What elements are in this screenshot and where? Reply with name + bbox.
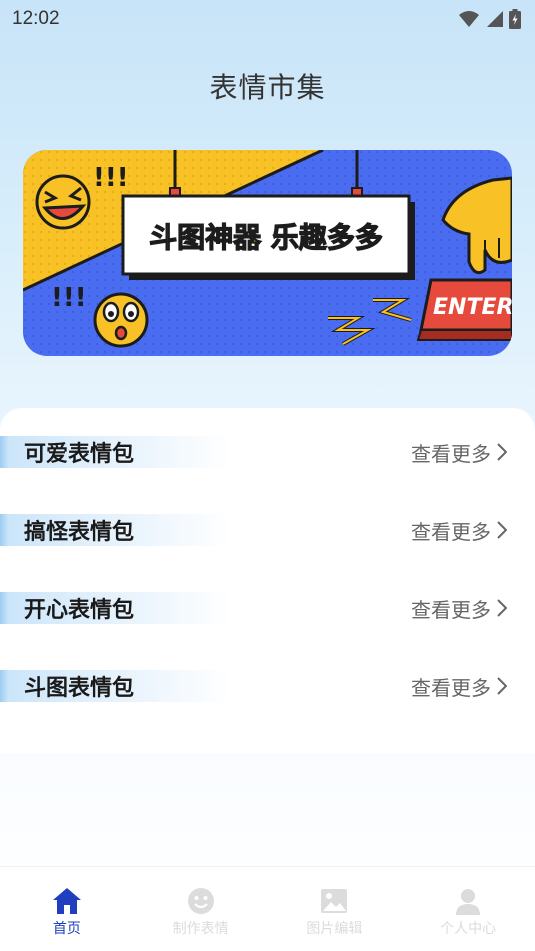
view-more-button[interactable]: 查看更多 (411, 438, 535, 467)
view-more-label: 查看更多 (411, 519, 491, 544)
chevron-right-icon (497, 521, 507, 539)
chevron-right-icon (497, 443, 507, 461)
section-title: 开心表情包 (0, 592, 230, 624)
category-list: 可爱表情包 查看更多 搞怪表情包 查看更多 开心表情包 查看更多 斗图表情包 查… (0, 408, 535, 753)
surprised-emoji-icon (93, 292, 149, 348)
nav-label: 图片编辑 (306, 921, 363, 937)
app-screen: 12:02 表情市集 !!! !!! 斗图神器 乐趣多多 ENTER 可爱表情包… (0, 0, 535, 951)
home-icon (52, 888, 81, 914)
page-title: 表情市集 (209, 71, 326, 104)
chevron-right-icon (497, 677, 507, 695)
enter-key-label: ENTER (433, 295, 512, 320)
section-row-battle: 斗图表情包 查看更多 (0, 666, 535, 706)
section-title: 斗图表情包 (0, 670, 230, 702)
section-row-cute: 可爱表情包 查看更多 (0, 432, 535, 472)
wifi-icon (459, 11, 479, 27)
nav-item-profile[interactable]: 个人中心 (401, 867, 535, 951)
status-bar: 12:02 (0, 0, 535, 38)
status-time: 12:02 (12, 8, 60, 29)
chevron-right-icon (497, 599, 507, 617)
bottom-navigation: 首页 制作表情 图片编辑 个人中心 (0, 866, 535, 951)
view-more-button[interactable]: 查看更多 (411, 672, 535, 701)
view-more-label: 查看更多 (411, 441, 491, 466)
view-more-button[interactable]: 查看更多 (411, 594, 535, 623)
view-more-label: 查看更多 (411, 597, 491, 622)
nav-label: 个人中心 (440, 921, 497, 937)
nav-item-make-sticker[interactable]: 制作表情 (134, 867, 268, 951)
battery-icon (509, 9, 521, 29)
exclaim-text-1: !!! (93, 163, 129, 193)
view-more-label: 查看更多 (411, 675, 491, 700)
promo-banner[interactable]: !!! !!! 斗图神器 乐趣多多 ENTER (23, 150, 512, 356)
signal-icon (487, 11, 503, 27)
nav-item-image-edit[interactable]: 图片编辑 (268, 867, 402, 951)
section-title: 可爱表情包 (0, 436, 230, 468)
section-row-funny: 搞怪表情包 查看更多 (0, 510, 535, 550)
smiley-icon (187, 888, 214, 914)
nav-label: 制作表情 (172, 921, 229, 937)
nav-label: 首页 (52, 921, 81, 937)
section-title: 搞怪表情包 (0, 514, 230, 546)
exclaim-text-2: !!! (51, 283, 87, 313)
view-more-button[interactable]: 查看更多 (411, 516, 535, 545)
status-icons (459, 9, 521, 29)
banner-headline: 斗图神器 乐趣多多 (149, 221, 383, 254)
user-icon (456, 889, 481, 915)
image-icon (321, 889, 348, 913)
section-row-happy: 开心表情包 查看更多 (0, 588, 535, 628)
nav-item-home[interactable]: 首页 (0, 867, 134, 951)
laughing-emoji-icon (35, 174, 91, 230)
banner-illustration: !!! !!! 斗图神器 乐趣多多 ENTER (23, 150, 512, 356)
